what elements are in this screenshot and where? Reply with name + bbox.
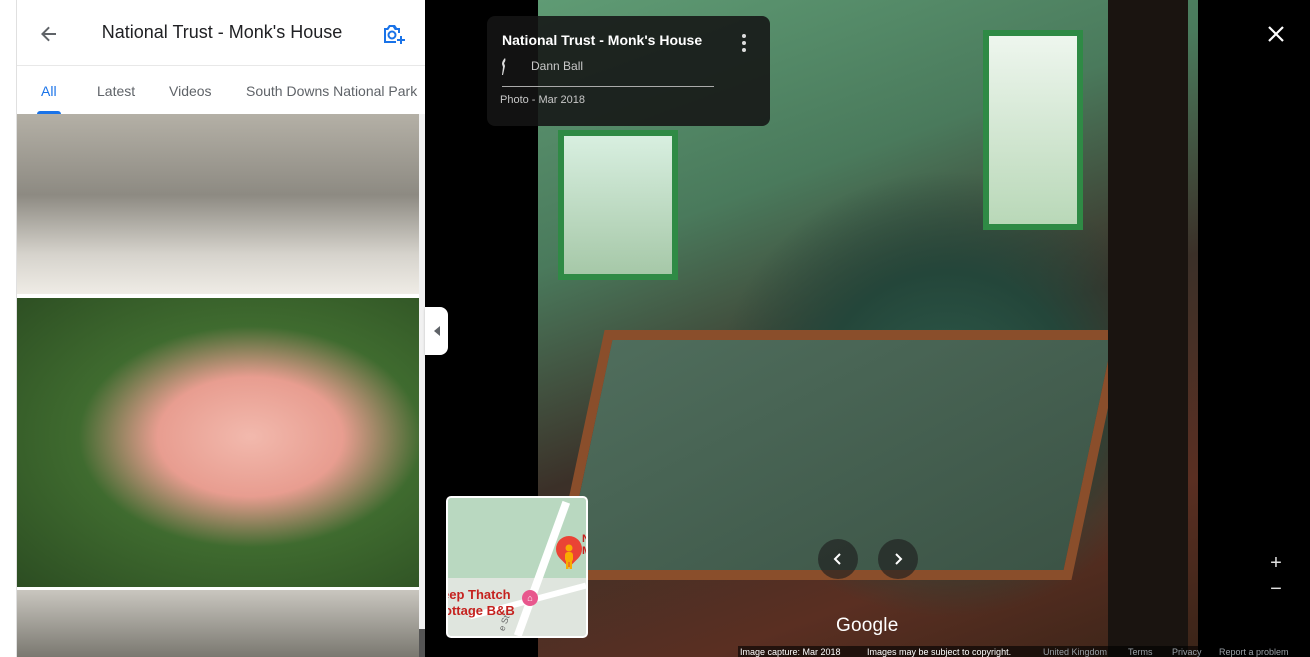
- chevron-left-icon: [833, 553, 841, 565]
- privacy-link[interactable]: Privacy: [1172, 647, 1202, 657]
- next-photo-button[interactable]: [878, 539, 918, 579]
- tab-south-downs-national-park[interactable]: South Downs National Park: [246, 83, 417, 99]
- maps-photo-viewer: National Trust - Monk's House All Latest…: [0, 0, 1310, 657]
- report-problem-link[interactable]: Report a problem: [1219, 647, 1289, 657]
- photo-title: National Trust - Monk's House: [502, 32, 703, 48]
- region-link[interactable]: United Kingdom: [1043, 647, 1107, 657]
- back-button[interactable]: [35, 20, 63, 48]
- photo-viewer[interactable]: National Trust - Monk's House Dann Ball …: [425, 0, 1310, 657]
- photo-window-left: [558, 130, 678, 280]
- photo-thumbnail-historic[interactable]: [17, 114, 419, 294]
- pegman-icon: [565, 544, 573, 569]
- tab-videos[interactable]: Videos: [169, 83, 212, 99]
- close-icon: [1268, 26, 1284, 42]
- tab-latest[interactable]: Latest: [97, 83, 135, 99]
- chevron-right-icon: [895, 553, 903, 565]
- dot-icon: [742, 33, 746, 38]
- minimap-place-label: eep Thatch: [446, 587, 511, 602]
- google-logo: Google: [836, 615, 899, 636]
- photo-beam: [1108, 0, 1188, 657]
- zoom-in-button[interactable]: +: [1269, 552, 1283, 576]
- attribution-footer: Image capture: Mar 2018 Images may be su…: [738, 646, 1310, 657]
- triangle-left-icon: [433, 326, 440, 336]
- photo-thumbnail-interior[interactable]: [17, 590, 419, 657]
- previous-photo-button[interactable]: [818, 539, 858, 579]
- zoom-out-button[interactable]: −: [1269, 578, 1283, 602]
- panel-header: National Trust - Monk's House: [17, 0, 425, 66]
- info-divider: [502, 86, 714, 87]
- arrow-left-icon: [41, 26, 56, 42]
- photo-date: Photo - Mar 2018: [500, 94, 585, 106]
- photo-category-tabs: All Latest Videos South Downs National P…: [17, 66, 425, 114]
- minimap[interactable]: N M eep Thatch ottage B&B ⌂ e St: [446, 496, 588, 638]
- photo-window-right: [983, 30, 1083, 230]
- photo-thumbnail-poppy[interactable]: [17, 298, 419, 587]
- copyright-notice: Images may be subject to copyright.: [867, 647, 1012, 657]
- left-edge-strip: [0, 0, 17, 657]
- close-button[interactable]: [1263, 21, 1289, 47]
- dot-icon: [742, 48, 746, 53]
- add-photo-button[interactable]: [379, 20, 407, 48]
- camera-plus-icon: [384, 25, 405, 44]
- minimap-place-label: N M: [582, 533, 586, 557]
- hotel-icon: ⌂: [522, 590, 538, 606]
- collapse-panel-button[interactable]: [425, 307, 448, 355]
- image-capture-date: Image capture: Mar 2018: [740, 647, 841, 657]
- dot-icon: [742, 40, 746, 45]
- photos-side-panel: National Trust - Monk's House All Latest…: [17, 0, 425, 657]
- author-name[interactable]: Dann Ball: [531, 59, 583, 73]
- terms-link[interactable]: Terms: [1128, 647, 1153, 657]
- tab-all[interactable]: All: [41, 83, 57, 99]
- photo-info-card: National Trust - Monk's House Dann Ball …: [487, 16, 770, 126]
- more-options-button[interactable]: [737, 32, 751, 54]
- author-avatar-icon: [502, 58, 506, 75]
- panel-title: National Trust - Monk's House: [101, 22, 343, 42]
